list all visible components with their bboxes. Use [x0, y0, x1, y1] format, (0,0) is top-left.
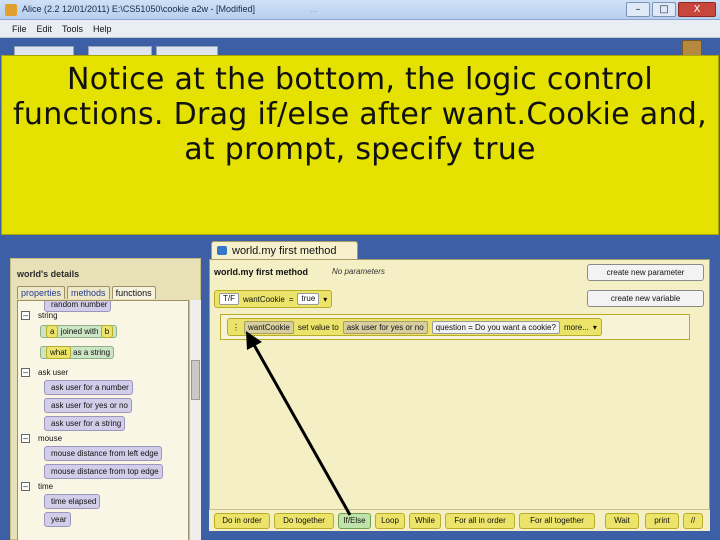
category-time: time: [38, 482, 54, 491]
control-while[interactable]: While: [409, 513, 441, 529]
scrollbar-thumb[interactable]: [191, 360, 200, 400]
variable-name: wantCookie: [243, 294, 285, 304]
statement-more[interactable]: more...: [564, 323, 589, 332]
function-tile-mouse-top[interactable]: mouse distance from top edge: [44, 464, 163, 479]
alice-app-icon: [5, 4, 17, 16]
details-tabs: properties methods functions: [17, 286, 156, 299]
function-tile-joined[interactable]: a joined with b: [40, 325, 118, 338]
function-tile-ask-number[interactable]: ask user for a number: [44, 380, 133, 395]
function-tile-mouse-left[interactable]: mouse distance from left edge: [44, 446, 163, 461]
window-title: Alice (2.2 12/01/2011) E:\CS51050\cookie…: [22, 4, 255, 14]
close-button[interactable]: X: [678, 2, 716, 17]
control-for-all-together[interactable]: For all together: [519, 513, 595, 529]
control-wait[interactable]: Wait: [605, 513, 639, 529]
control-loop[interactable]: Loop: [375, 513, 405, 529]
control-for-all-in-order[interactable]: For all in order: [445, 513, 515, 529]
method-tab-icon: [217, 246, 227, 255]
minimize-button[interactable]: –: [626, 2, 650, 17]
set-value-statement[interactable]: ⋮ wantCookie set value to ask user for y…: [227, 318, 602, 336]
variable-equals: =: [288, 294, 294, 304]
menu-edit[interactable]: Edit: [37, 24, 53, 34]
collapse-mouse-toggle[interactable]: –: [21, 434, 30, 443]
placeholder-what[interactable]: what: [46, 346, 71, 359]
menu-help[interactable]: Help: [93, 24, 112, 34]
control-comment[interactable]: //: [683, 513, 703, 529]
as-a-string-label: as a string: [73, 348, 111, 357]
instruction-callout: Notice at the bottom, the logic control …: [1, 55, 719, 235]
maximize-button[interactable]: □: [652, 2, 676, 17]
tab-methods[interactable]: methods: [67, 286, 110, 299]
method-tab-label: world.my first method: [232, 245, 337, 257]
method-tab[interactable]: world.my first method: [211, 241, 358, 259]
instruction-text: Notice at the bottom, the logic control …: [13, 62, 707, 167]
statement-question[interactable]: question = Do you want a cookie?: [431, 320, 560, 334]
variable-value-dropdown[interactable]: true: [297, 293, 320, 305]
method-params: No parameters: [332, 267, 385, 276]
function-tile-ask-yes-no[interactable]: ask user for yes or no: [44, 398, 132, 413]
category-string: string: [38, 311, 58, 320]
collapse-ask-user-toggle[interactable]: –: [21, 368, 30, 377]
boolean-type-icon: T/F: [219, 293, 239, 305]
menu-bar: File Edit Tools Help: [0, 20, 720, 38]
window-title-ghost: ...: [310, 4, 318, 14]
control-do-in-order[interactable]: Do in order: [214, 513, 270, 529]
control-if-else[interactable]: If/Else: [338, 513, 371, 529]
title-bar: Alice (2.2 12/01/2011) E:\CS51050\cookie…: [0, 0, 720, 20]
placeholder-a[interactable]: a: [46, 325, 59, 338]
statement-function[interactable]: ask user for yes or no: [342, 320, 428, 334]
tab-functions[interactable]: functions: [111, 286, 156, 299]
create-new-variable-button[interactable]: create new variable: [587, 290, 704, 307]
control-structures-bar: Do in order Do together If/Else Loop Whi…: [209, 509, 710, 531]
chevron-down-icon[interactable]: ▾: [323, 295, 327, 304]
method-name: world.my first method: [214, 267, 309, 277]
details-panel: world's details properties methods funct…: [10, 258, 201, 540]
method-editor: world.my first method No parameters crea…: [209, 259, 710, 531]
variable-declaration[interactable]: T/F wantCookie = true ▾: [214, 290, 333, 308]
function-tile-year[interactable]: year: [44, 512, 71, 527]
statement-drop-area: ⋮ wantCookie set value to ask user for y…: [220, 314, 690, 340]
details-header: world's details: [17, 269, 80, 279]
alice-window: Alice (2.2 12/01/2011) E:\CS51050\cookie…: [0, 0, 720, 540]
statement-target[interactable]: wantCookie: [244, 320, 294, 334]
joined-with-label: joined with: [60, 327, 99, 336]
control-do-together[interactable]: Do together: [274, 513, 334, 529]
menu-file[interactable]: File: [12, 24, 27, 34]
control-print[interactable]: print: [645, 513, 679, 529]
chevron-down-icon[interactable]: ▾: [593, 323, 597, 332]
statement-action: set value to: [297, 322, 339, 332]
function-tile-list: random number – string a joined with b w…: [17, 300, 189, 540]
function-tile-as-string[interactable]: what as a string: [40, 346, 115, 359]
category-mouse: mouse: [38, 434, 63, 443]
collapse-time-toggle[interactable]: –: [21, 482, 30, 491]
function-list-scrollbar[interactable]: [189, 300, 201, 540]
collapse-string-toggle[interactable]: –: [21, 311, 30, 320]
create-new-parameter-button[interactable]: create new parameter: [587, 264, 704, 281]
window-controls: – □ X: [626, 2, 716, 17]
function-tile-ask-string[interactable]: ask user for a string: [44, 416, 126, 431]
tab-properties[interactable]: properties: [17, 286, 66, 299]
function-tile-time-elapsed[interactable]: time elapsed: [44, 494, 101, 509]
menu-tools[interactable]: Tools: [62, 24, 83, 34]
drag-grip-icon[interactable]: ⋮: [232, 323, 240, 332]
category-ask-user: ask user: [38, 368, 69, 377]
placeholder-b[interactable]: b: [100, 325, 114, 338]
